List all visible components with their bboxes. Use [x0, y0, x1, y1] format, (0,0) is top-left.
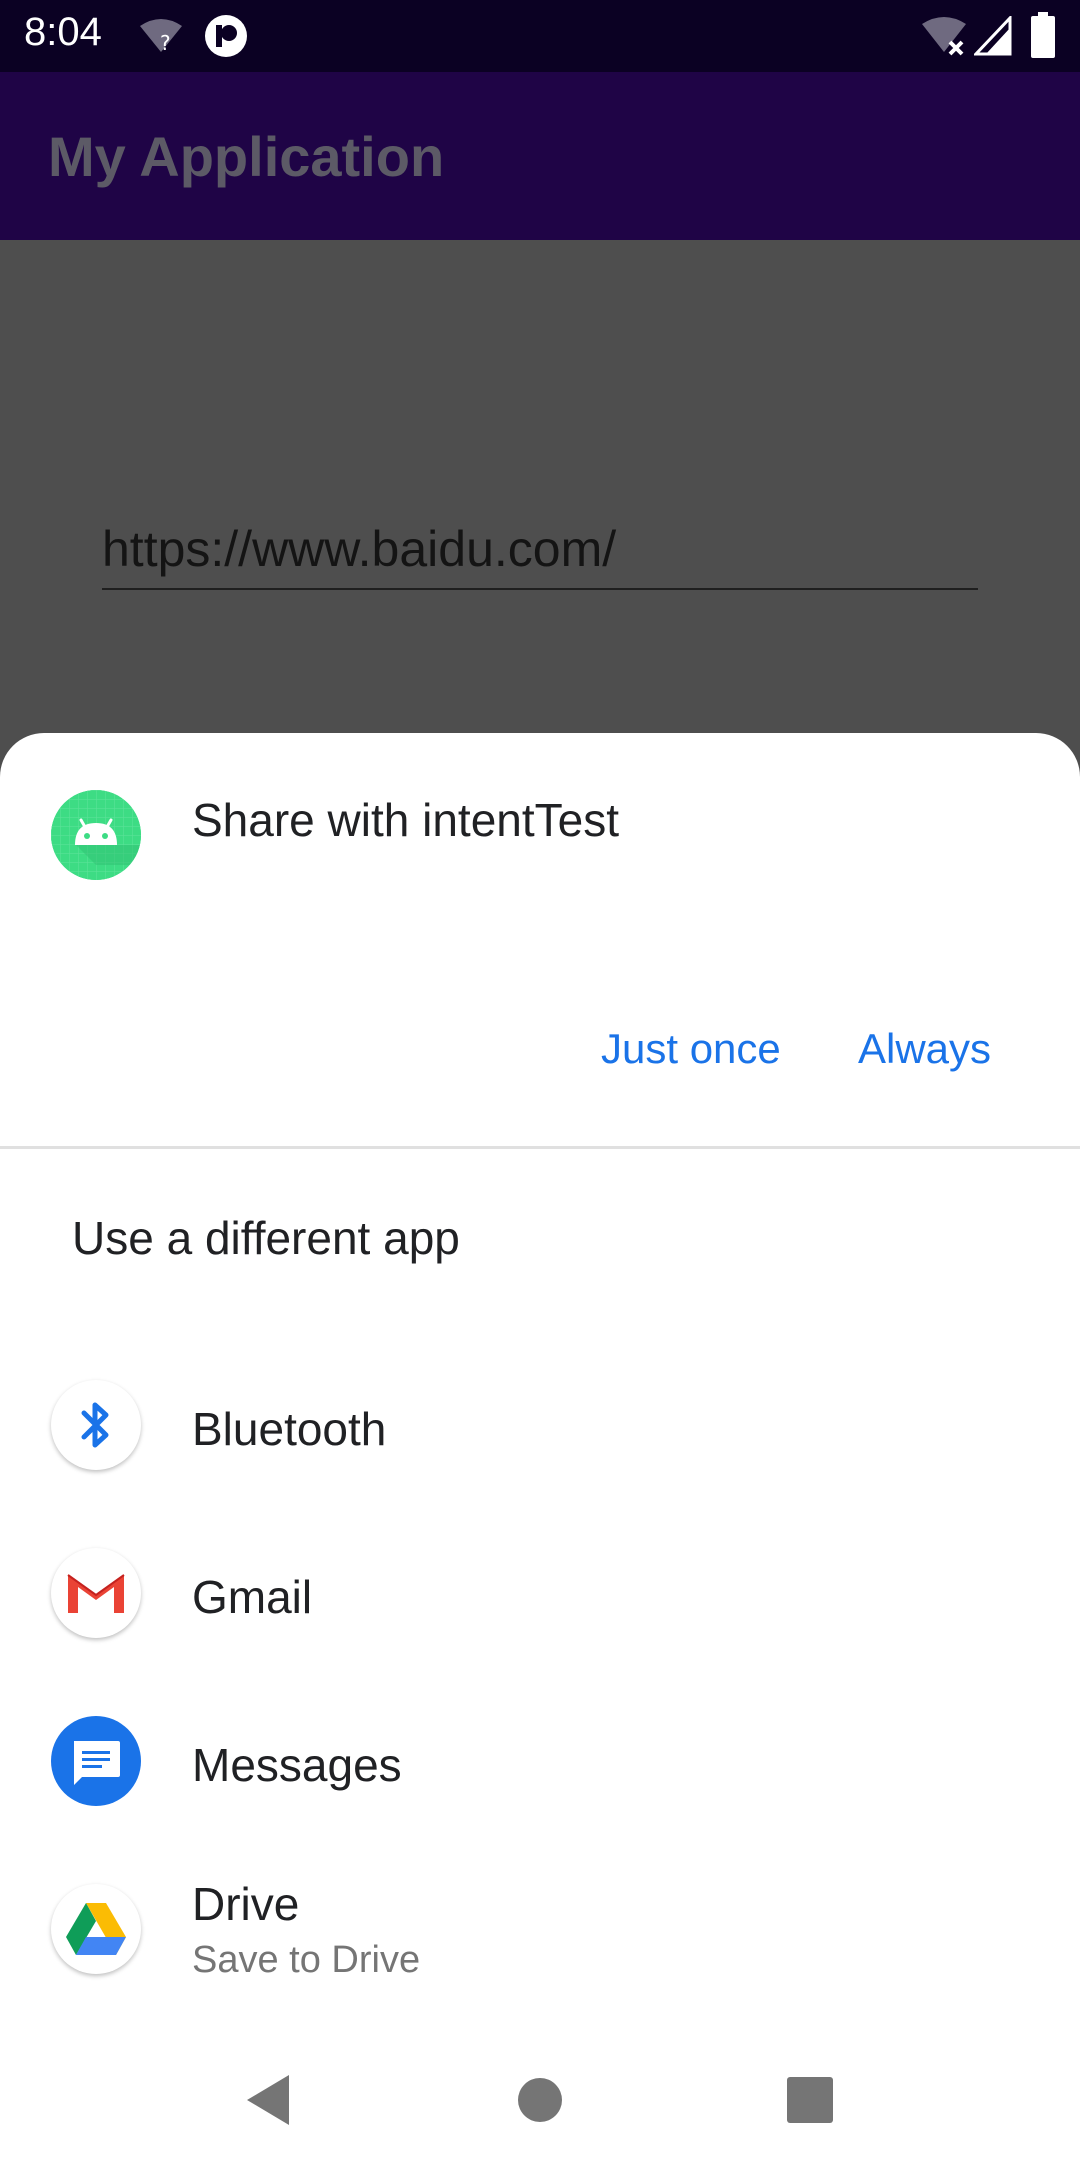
svg-text:?: ?	[160, 31, 171, 54]
bluetooth-icon	[51, 1380, 141, 1470]
share-bottom-sheet: Share with intentTest Just once Always U…	[0, 733, 1080, 2160]
app-title: My Application	[48, 125, 445, 188]
app-item-label: Gmail	[192, 1571, 313, 1623]
wifi-unknown-icon: ?	[138, 18, 184, 59]
app-item-messages[interactable]: Messages	[0, 1681, 1080, 1841]
app-item-label: Drive	[192, 1878, 300, 1930]
navigation-bar	[0, 2040, 1080, 2160]
always-button[interactable]: Always	[858, 1025, 991, 1073]
app-item-gmail[interactable]: Gmail	[0, 1513, 1080, 1673]
gmail-icon	[51, 1548, 141, 1638]
url-input[interactable]: https://www.baidu.com/	[102, 520, 978, 590]
app-item-drive[interactable]: Drive Save to Drive	[0, 1849, 1080, 2009]
cell-signal-icon	[972, 14, 1012, 61]
home-icon[interactable]	[500, 2060, 580, 2140]
app-item-label: Messages	[192, 1739, 402, 1791]
back-icon[interactable]	[228, 2060, 308, 2140]
app-item-subtitle: Save to Drive	[192, 1939, 421, 1981]
wifi-off-icon	[920, 16, 968, 61]
status-time: 8:04	[24, 10, 102, 54]
url-input-value: https://www.baidu.com/	[102, 521, 617, 577]
app-notification-icon	[204, 14, 248, 63]
battery-icon	[1030, 12, 1056, 63]
use-different-app-label: Use a different app	[72, 1212, 460, 1264]
status-bar: 8:04 ?	[0, 0, 1080, 72]
app-item-bluetooth[interactable]: Bluetooth	[0, 1345, 1080, 1505]
app-item-label: Bluetooth	[192, 1403, 387, 1455]
sheet-title: Share with intentTest	[192, 794, 620, 846]
messages-icon	[51, 1716, 141, 1806]
just-once-button[interactable]: Just once	[601, 1025, 781, 1073]
drive-icon	[51, 1884, 141, 1974]
recents-icon[interactable]	[770, 2060, 850, 2140]
app-bar: My Application	[0, 72, 1080, 240]
android-app-icon	[51, 790, 141, 880]
divider	[0, 1146, 1080, 1149]
